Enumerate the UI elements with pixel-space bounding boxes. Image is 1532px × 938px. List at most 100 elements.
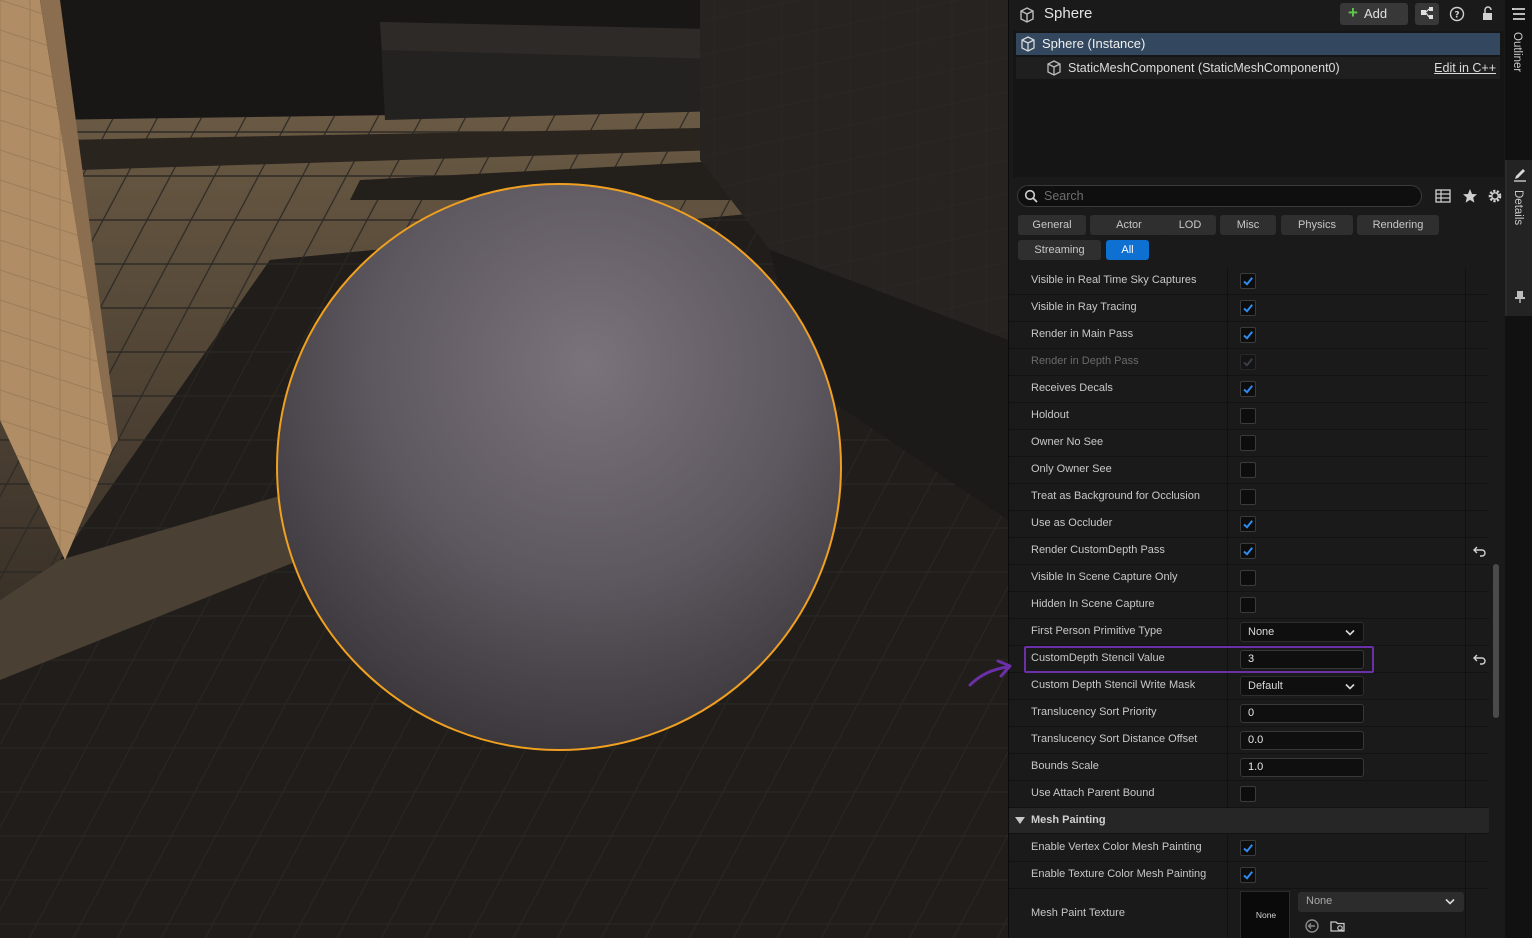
column-divider[interactable] bbox=[1227, 484, 1228, 511]
column-divider[interactable] bbox=[1227, 727, 1228, 754]
property-row: Holdout bbox=[1009, 403, 1489, 430]
tree-item-static-mesh-component[interactable]: StaticMeshComponent (StaticMeshComponent… bbox=[1016, 57, 1500, 79]
blueprint-button[interactable] bbox=[1415, 3, 1439, 25]
property-number-field[interactable]: 1.0 bbox=[1240, 758, 1364, 777]
property-checkbox[interactable] bbox=[1240, 381, 1256, 397]
property-matrix-icon[interactable] bbox=[1434, 187, 1452, 205]
column-divider[interactable] bbox=[1227, 889, 1228, 938]
column-divider[interactable] bbox=[1227, 565, 1228, 592]
property-row: Custom Depth Stencil Write Mask Default bbox=[1009, 673, 1489, 700]
tab-all[interactable]: All bbox=[1106, 240, 1149, 260]
property-checkbox[interactable] bbox=[1240, 462, 1256, 478]
property-dropdown[interactable]: Default bbox=[1240, 676, 1364, 696]
property-row: Visible in Real Time Sky Captures bbox=[1009, 268, 1489, 295]
column-divider[interactable] bbox=[1227, 349, 1228, 376]
column-divider[interactable] bbox=[1227, 403, 1228, 430]
svg-text:?: ? bbox=[1454, 11, 1459, 21]
column-divider[interactable] bbox=[1227, 646, 1228, 673]
property-row: CustomDepth Stencil Value 3 bbox=[1009, 646, 1489, 673]
property-checkbox[interactable] bbox=[1240, 327, 1256, 343]
category-mesh-painting[interactable]: Mesh Painting bbox=[1009, 808, 1489, 834]
number-value: 3 bbox=[1248, 653, 1255, 665]
column-divider[interactable] bbox=[1227, 700, 1228, 727]
property-checkbox[interactable] bbox=[1240, 489, 1256, 505]
property-label: CustomDepth Stencil Value bbox=[1031, 652, 1165, 664]
property-row: Bounds Scale 1.0 bbox=[1009, 754, 1489, 781]
texture-asset-dropdown[interactable]: None bbox=[1298, 892, 1464, 912]
property-scrollbar-thumb[interactable] bbox=[1493, 564, 1499, 718]
column-divider bbox=[1465, 592, 1466, 619]
column-divider[interactable] bbox=[1227, 835, 1228, 862]
settings-gear-icon[interactable] bbox=[1486, 187, 1504, 205]
property-row: Only Owner See bbox=[1009, 457, 1489, 484]
tab-physics[interactable]: Physics bbox=[1281, 215, 1353, 235]
texture-thumbnail[interactable]: None bbox=[1240, 891, 1290, 938]
property-number-field[interactable]: 3 bbox=[1240, 650, 1364, 669]
column-divider bbox=[1465, 727, 1466, 754]
property-dropdown[interactable]: None bbox=[1240, 622, 1364, 642]
property-number-field[interactable]: 0.0 bbox=[1240, 731, 1364, 750]
property-checkbox[interactable] bbox=[1240, 516, 1256, 532]
column-divider[interactable] bbox=[1227, 430, 1228, 457]
add-component-button[interactable]: + Add bbox=[1340, 3, 1408, 25]
column-divider bbox=[1465, 538, 1466, 565]
property-label: Use as Occluder bbox=[1031, 517, 1113, 529]
property-checkbox[interactable] bbox=[1240, 435, 1256, 451]
pin-icon[interactable] bbox=[1513, 290, 1527, 304]
property-row: Treat as Background for Occlusion bbox=[1009, 484, 1489, 511]
reset-to-default-icon[interactable] bbox=[1473, 545, 1487, 557]
help-icon: ? bbox=[1449, 6, 1465, 22]
column-divider[interactable] bbox=[1227, 457, 1228, 484]
column-divider[interactable] bbox=[1227, 781, 1228, 808]
tree-item-root[interactable]: Sphere (Instance) bbox=[1016, 33, 1500, 55]
property-label: Visible in Real Time Sky Captures bbox=[1031, 274, 1197, 286]
column-divider[interactable] bbox=[1227, 268, 1228, 295]
actor-cube-icon bbox=[1021, 36, 1035, 52]
property-label: Hidden In Scene Capture bbox=[1031, 598, 1155, 610]
property-checkbox[interactable] bbox=[1240, 786, 1256, 802]
reset-to-default-icon[interactable] bbox=[1473, 653, 1487, 665]
selected-sphere-mesh[interactable] bbox=[276, 183, 842, 751]
edit-in-cpp-link[interactable]: Edit in C++ bbox=[1434, 61, 1496, 75]
property-number-field[interactable]: 0 bbox=[1240, 704, 1364, 723]
column-divider[interactable] bbox=[1227, 376, 1228, 403]
property-checkbox[interactable] bbox=[1240, 300, 1256, 316]
column-divider[interactable] bbox=[1227, 592, 1228, 619]
column-divider bbox=[1465, 889, 1466, 938]
column-divider[interactable] bbox=[1227, 511, 1228, 538]
property-checkbox[interactable] bbox=[1240, 867, 1256, 883]
property-checkbox[interactable] bbox=[1240, 840, 1256, 856]
column-divider[interactable] bbox=[1227, 295, 1228, 322]
column-divider[interactable] bbox=[1227, 538, 1228, 565]
property-row: Visible In Scene Capture Only bbox=[1009, 565, 1489, 592]
property-row: Enable Vertex Color Mesh Painting bbox=[1009, 835, 1489, 862]
help-button[interactable]: ? bbox=[1445, 3, 1469, 25]
property-checkbox[interactable] bbox=[1240, 570, 1256, 586]
use-selected-arrow-icon[interactable] bbox=[1304, 918, 1320, 934]
column-divider[interactable] bbox=[1227, 673, 1228, 700]
property-checkbox[interactable] bbox=[1240, 273, 1256, 289]
tab-streaming[interactable]: Streaming bbox=[1018, 240, 1101, 260]
tab-actor[interactable]: Actor bbox=[1090, 215, 1168, 235]
column-divider bbox=[1465, 646, 1466, 673]
property-checkbox[interactable] bbox=[1240, 408, 1256, 424]
column-divider[interactable] bbox=[1227, 322, 1228, 349]
column-divider[interactable] bbox=[1227, 754, 1228, 781]
outliner-tab[interactable]: Outliner bbox=[1505, 0, 1532, 150]
favorites-star-icon[interactable] bbox=[1461, 187, 1479, 205]
details-tab[interactable]: Details bbox=[1505, 160, 1532, 316]
property-checkbox[interactable] bbox=[1240, 597, 1256, 613]
property-checkbox[interactable] bbox=[1240, 543, 1256, 559]
tab-rendering[interactable]: Rendering bbox=[1357, 215, 1439, 235]
tab-lod[interactable]: LOD bbox=[1164, 215, 1216, 235]
column-divider[interactable] bbox=[1227, 619, 1228, 646]
tab-misc[interactable]: Misc bbox=[1220, 215, 1276, 235]
tab-general[interactable]: General bbox=[1018, 215, 1086, 235]
level-viewport[interactable] bbox=[0, 0, 1008, 938]
property-label: Bounds Scale bbox=[1031, 760, 1099, 772]
lock-button[interactable] bbox=[1475, 3, 1499, 25]
browse-asset-icon[interactable] bbox=[1330, 918, 1346, 934]
column-divider[interactable] bbox=[1227, 862, 1228, 889]
property-row: Use Attach Parent Bound bbox=[1009, 781, 1489, 808]
search-input[interactable] bbox=[1044, 188, 1414, 204]
